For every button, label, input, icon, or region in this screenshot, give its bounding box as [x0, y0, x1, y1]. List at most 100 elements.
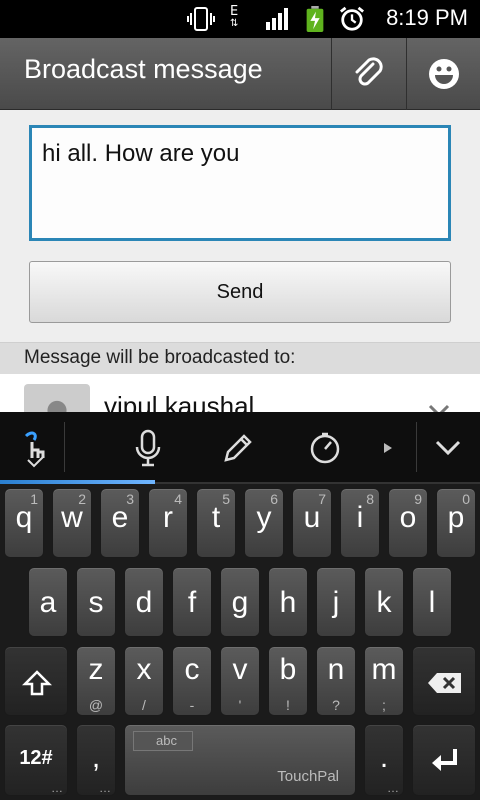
key-p[interactable]: 0p	[436, 488, 476, 558]
key-i[interactable]: 8i	[340, 488, 380, 558]
key-label: z	[88, 653, 104, 686]
period-key[interactable]: . …	[364, 724, 404, 796]
key-y[interactable]: 6y	[244, 488, 284, 558]
broadcast-header: Message will be broadcasted to:	[0, 342, 480, 374]
handwriting-button[interactable]	[216, 426, 260, 470]
key-label: k	[376, 586, 392, 619]
battery-charging-icon	[306, 6, 324, 32]
more-dots: …	[99, 781, 111, 795]
key-q[interactable]: 1q	[4, 488, 44, 558]
touchpal-gesture-button[interactable]	[12, 426, 56, 470]
key-s[interactable]: s	[76, 567, 116, 637]
key-label: u	[303, 501, 321, 534]
key-label: r	[163, 501, 173, 534]
key-x[interactable]: x /	[124, 646, 164, 716]
key-sub-label: ;	[382, 697, 386, 713]
key-label: g	[231, 586, 249, 619]
list-item[interactable]: vipul kaushal	[0, 374, 480, 412]
emoji-icon	[428, 59, 459, 89]
attach-button[interactable]	[331, 38, 405, 110]
shift-key[interactable]	[4, 646, 68, 716]
comma-key[interactable]: , …	[76, 724, 116, 796]
chevron-down-icon[interactable]	[428, 404, 450, 412]
keyboard-brand-label: TouchPal	[277, 768, 339, 785]
key-sub-label: /	[142, 697, 146, 713]
key-label: c	[184, 653, 200, 686]
language-indicator: abc	[133, 731, 193, 751]
network-type-label: E	[230, 4, 239, 19]
recipient-name: vipul kaushal	[104, 391, 255, 412]
key-label: d	[135, 586, 153, 619]
key-b[interactable]: b!	[268, 646, 308, 716]
key-label: .	[379, 741, 389, 774]
settings-speed-button[interactable]	[303, 426, 347, 470]
key-label: f	[187, 586, 197, 619]
key-label: y	[256, 501, 272, 534]
key-sub-label: '	[238, 697, 242, 713]
key-o[interactable]: 9o	[388, 488, 428, 558]
key-j[interactable]: j	[316, 567, 356, 637]
key-c[interactable]: c-	[172, 646, 212, 716]
arrow-right-icon	[384, 443, 392, 453]
key-label: 12#	[19, 747, 53, 769]
more-dots: …	[387, 781, 399, 795]
status-bar: E ⇅ 8:19 PM	[0, 0, 480, 38]
key-a[interactable]: a	[28, 567, 68, 637]
network-e-icon: E ⇅	[230, 4, 239, 29]
key-e[interactable]: 3e	[100, 488, 140, 558]
action-bar: Broadcast message	[0, 38, 480, 110]
shift-icon	[22, 670, 52, 696]
avatar	[24, 384, 90, 412]
key-r[interactable]: 4r	[148, 488, 188, 558]
key-u[interactable]: 7u	[292, 488, 332, 558]
key-label: j	[332, 586, 340, 619]
key-label: x	[136, 653, 152, 686]
voice-input-button[interactable]	[126, 426, 170, 470]
key-v[interactable]: v '	[220, 646, 260, 716]
enter-key[interactable]	[412, 724, 476, 796]
page-title: Broadcast message	[24, 54, 263, 84]
key-z[interactable]: z @	[76, 646, 116, 716]
key-label: a	[39, 586, 57, 619]
key-label: v	[232, 653, 248, 686]
send-button[interactable]: Send	[29, 261, 451, 323]
pencil-icon	[224, 434, 252, 462]
speedometer-icon	[310, 432, 340, 464]
touchpal-gesture-icon	[24, 431, 45, 468]
signal-icon	[266, 8, 288, 30]
keyboard-toolbar	[0, 412, 480, 484]
key-m[interactable]: m;	[364, 646, 404, 716]
collapse-keyboard-icon	[435, 440, 461, 456]
key-f[interactable]: f	[172, 567, 212, 637]
toolbar-more-button[interactable]	[366, 426, 410, 470]
key-label: s	[88, 586, 104, 619]
microphone-icon	[135, 429, 161, 467]
vibrate-icon	[187, 7, 215, 31]
hide-keyboard-button[interactable]	[426, 426, 470, 470]
key-n[interactable]: n?	[316, 646, 356, 716]
enter-icon	[432, 749, 457, 771]
key-k[interactable]: k	[364, 567, 404, 637]
key-label: t	[211, 501, 221, 534]
key-h[interactable]: h	[268, 567, 308, 637]
key-l[interactable]: l	[412, 567, 452, 637]
key-g[interactable]: g	[220, 567, 260, 637]
message-input[interactable]: hi all. How are you	[29, 125, 451, 241]
key-sub-label: @	[88, 697, 104, 713]
more-dots: …	[51, 781, 63, 795]
key-d[interactable]: d	[124, 567, 164, 637]
attach-icon	[355, 57, 383, 86]
key-w[interactable]: 2w	[52, 488, 92, 558]
key-sub-label: !	[286, 697, 290, 713]
backspace-key[interactable]	[412, 646, 476, 716]
key-label: q	[15, 501, 33, 534]
symbols-key[interactable]: 12# …	[4, 724, 68, 796]
backspace-icon	[428, 673, 461, 693]
key-t[interactable]: 5t	[196, 488, 236, 558]
key-label: e	[111, 501, 129, 534]
toolbar-progress-accent	[0, 480, 155, 484]
key-label: ,	[91, 741, 101, 774]
key-label: m	[371, 653, 397, 686]
emoji-button[interactable]	[406, 38, 480, 110]
space-key[interactable]: abc TouchPal	[124, 724, 356, 796]
